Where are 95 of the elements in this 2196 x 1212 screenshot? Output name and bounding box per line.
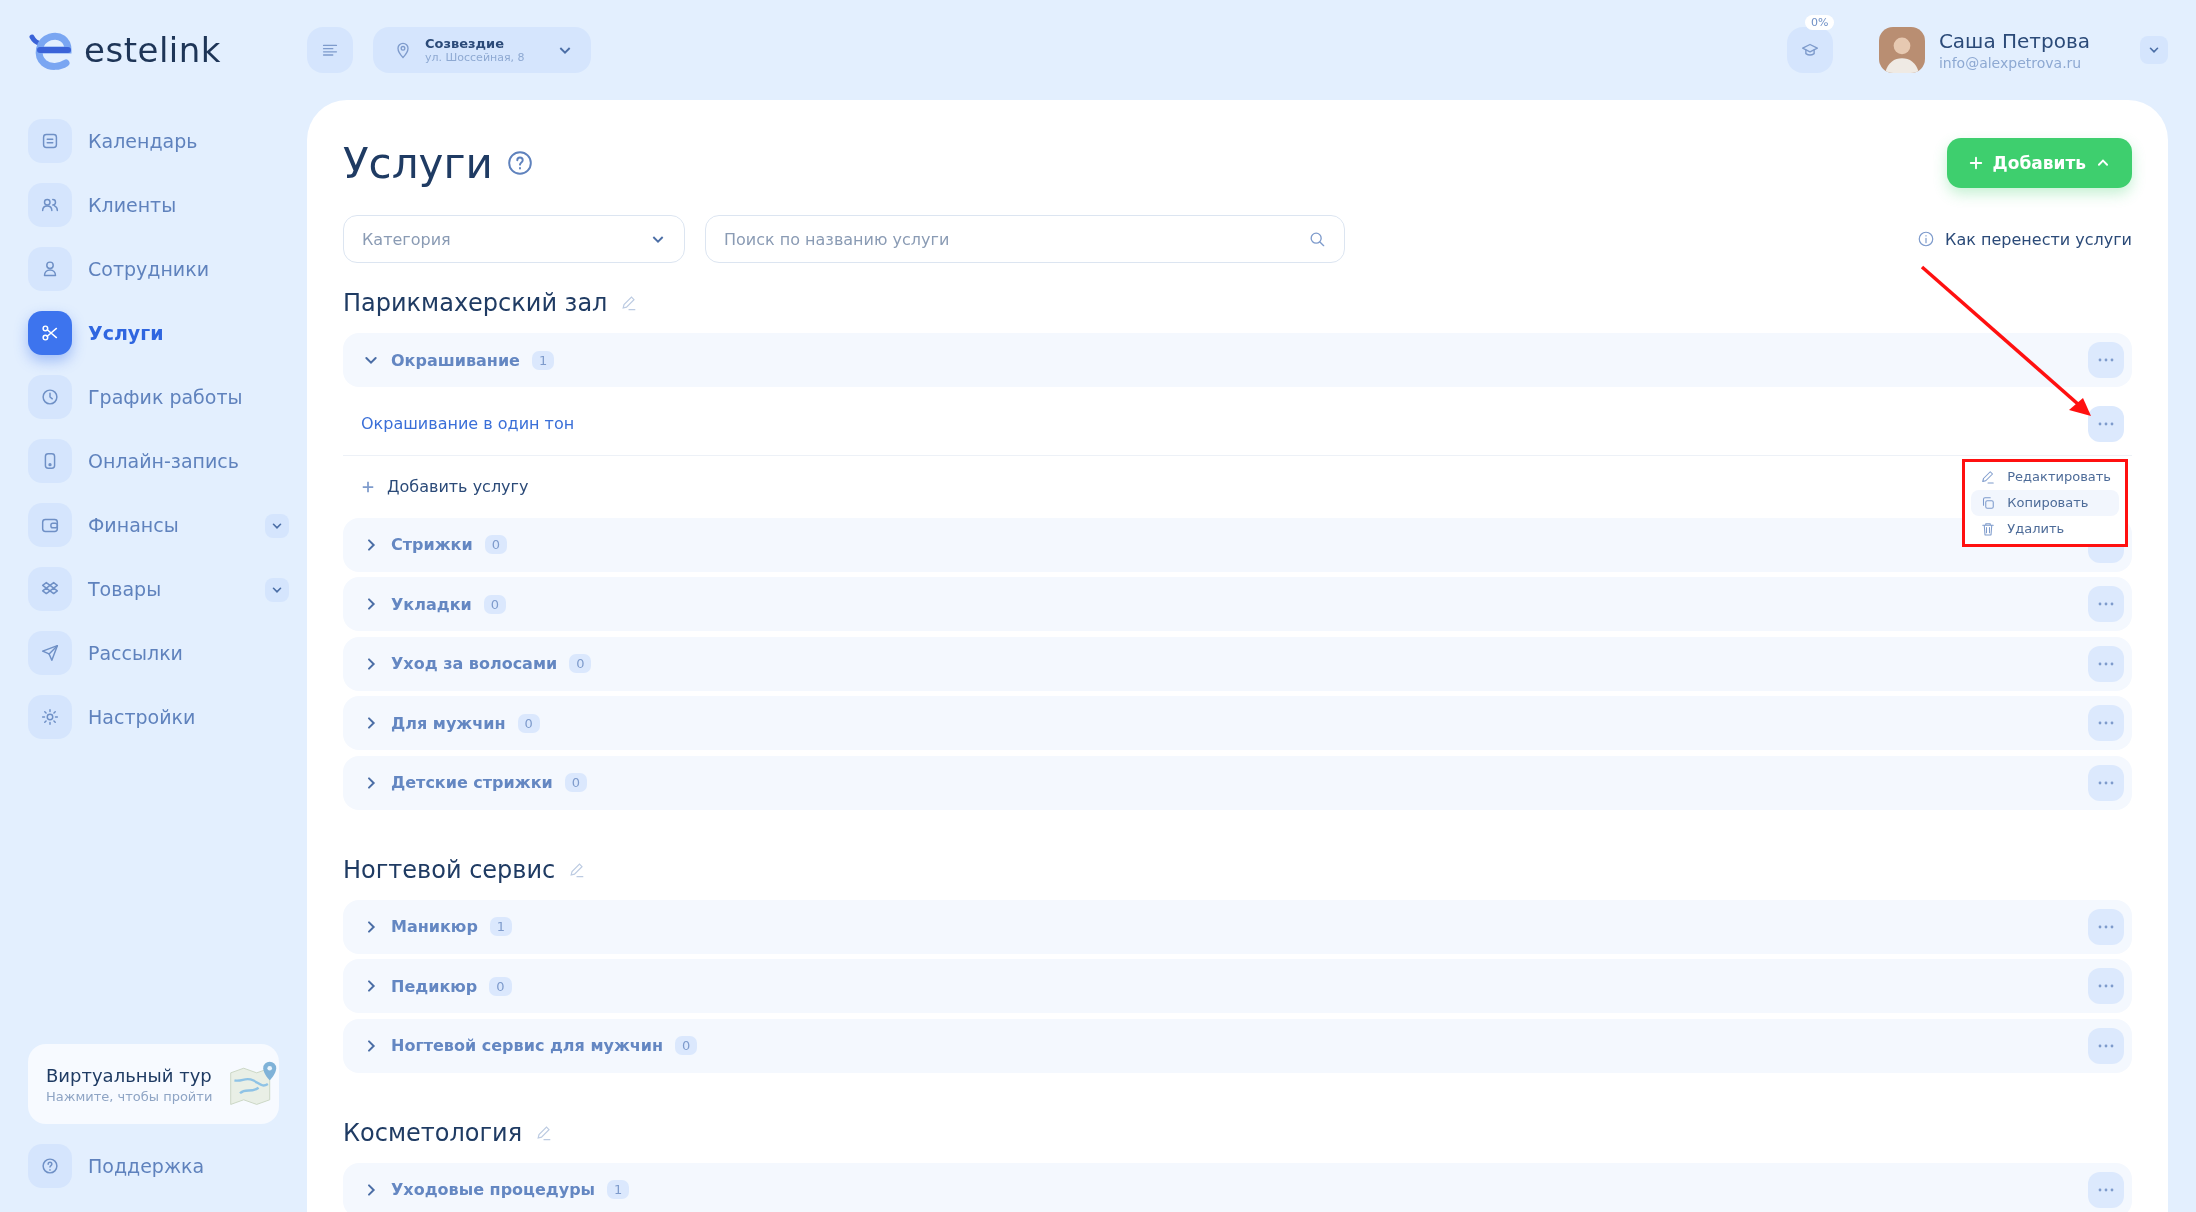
help-link[interactable]: Как перенести услуги <box>1917 229 2132 249</box>
more-icon <box>2098 1187 2114 1192</box>
category-row[interactable]: Уходовые процедуры 1 <box>343 1162 2132 1212</box>
category-row[interactable]: Ногтевой сервис для мужчин 0 <box>343 1018 2132 1073</box>
section-title: Парикмахерский зал <box>343 289 608 317</box>
category-name: Маникюр <box>391 917 478 936</box>
more-icon <box>2098 1043 2114 1048</box>
category-name: Педикюр <box>391 976 478 996</box>
section-title: Косметология <box>343 1118 523 1147</box>
category-name: Ногтевой сервис для мужчин <box>391 1036 664 1055</box>
category-name: Стрижки <box>391 535 473 554</box>
plus-icon <box>1968 156 1983 170</box>
sidebar-item[interactable]: График работы <box>28 375 243 419</box>
tour-subtitle: Нажмите, чтобы пройти <box>46 1088 213 1104</box>
more-button[interactable] <box>2088 342 2124 378</box>
sidebar-item[interactable]: Товары <box>28 567 162 611</box>
avatar <box>1878 27 1925 73</box>
more-button[interactable] <box>2088 405 2124 442</box>
more-icon <box>2098 924 2114 929</box>
sidebar-item[interactable]: Онлайн-запись <box>28 439 239 483</box>
more-icon <box>2098 780 2114 785</box>
more-button[interactable] <box>2088 764 2124 801</box>
progress-badge: 0% <box>1804 15 1835 30</box>
menu-item[interactable]: Редактировать <box>1971 463 2119 490</box>
more-icon <box>2098 602 2114 606</box>
tour-title: Виртуальный тур <box>46 1064 213 1086</box>
expand-button[interactable] <box>265 578 289 602</box>
category-name: Окрашивание <box>391 350 520 370</box>
more-button[interactable] <box>2088 705 2124 741</box>
menu-item[interactable]: Копировать <box>1971 489 2119 516</box>
count-badge: 1 <box>531 350 555 370</box>
more-icon <box>2098 984 2114 988</box>
sidebar-item[interactable]: Поддержка <box>28 1144 279 1188</box>
more-icon <box>2098 421 2114 426</box>
sidebar-item[interactable]: Сотрудники <box>28 247 209 291</box>
location-name: Созвездие <box>425 36 505 51</box>
more-icon <box>2098 358 2114 362</box>
category-row[interactable]: Детские стрижки 0 <box>343 755 2132 810</box>
add-service-button[interactable]: Добавить услугу <box>343 455 529 518</box>
service-link[interactable]: Окрашивание в один тон <box>361 414 575 433</box>
more-button[interactable] <box>2088 586 2124 622</box>
sidebar-item[interactable]: Услуги <box>28 311 164 355</box>
count-badge: 0 <box>675 1036 698 1055</box>
section-title: Ногтевой сервис <box>343 855 556 884</box>
more-button[interactable] <box>2088 645 2124 682</box>
settings-icon <box>39 706 61 728</box>
user-email: info@alexpetrova.ru <box>1938 55 2083 71</box>
category-row[interactable]: Уход за волосами 0 <box>343 636 2132 691</box>
category-name: Детские стрижки <box>391 773 553 792</box>
more-button[interactable] <box>2088 1171 2124 1208</box>
count-badge: 0 <box>564 773 588 792</box>
paper-plane-icon <box>39 642 61 664</box>
category-name: Укладки <box>391 594 472 614</box>
info-icon <box>1917 230 1936 248</box>
count-badge: 0 <box>517 713 540 733</box>
category-row[interactable]: Педикюр 0 <box>343 959 2132 1013</box>
menu-item[interactable]: Удалить <box>1971 515 2119 542</box>
sidebar-item[interactable]: Финансы <box>28 503 179 547</box>
more-icon <box>2098 661 2114 666</box>
sidebar-item[interactable]: Настройки <box>28 695 196 739</box>
sidebar-item[interactable]: Клиенты <box>28 183 177 227</box>
learning-button[interactable] <box>1786 27 1833 73</box>
search-field[interactable]: Поиск по названию услуги <box>705 215 1345 263</box>
page-title: Услуги <box>343 138 493 188</box>
sidebar-item[interactable]: Календарь <box>28 119 198 163</box>
category-row[interactable]: Маникюр 1 <box>343 899 2132 954</box>
help-icon[interactable] <box>506 150 533 176</box>
expand-button[interactable] <box>265 514 289 538</box>
account-menu-button[interactable] <box>2140 36 2168 64</box>
count-badge: 0 <box>483 594 506 614</box>
location-address: ул. Шоссейная, 8 <box>425 51 525 64</box>
count-badge: 0 <box>484 535 507 554</box>
count-badge: 1 <box>489 917 513 936</box>
more-button[interactable] <box>2088 968 2124 1004</box>
category-row[interactable]: Окрашивание 1 <box>343 333 2132 387</box>
category-row[interactable]: Для мужчин 0 <box>343 696 2132 750</box>
category-name: Уходовые процедуры <box>391 1180 596 1199</box>
category-row[interactable]: Укладки 0 <box>343 577 2132 631</box>
category-name: Уход за волосами <box>391 654 558 673</box>
more-icon <box>2098 721 2114 725</box>
count-badge: 0 <box>489 976 512 996</box>
add-button[interactable]: Добавить <box>1946 138 2132 188</box>
more-button[interactable] <box>2088 1027 2124 1064</box>
count-badge: 0 <box>569 654 592 673</box>
category-name: Для мужчин <box>391 713 506 733</box>
logo-text: estelink <box>84 30 221 70</box>
count-badge: 1 <box>607 1180 630 1199</box>
location-selector[interactable]: Созвездие ул. Шоссейная, 8 <box>373 27 591 73</box>
category-select[interactable]: Категория <box>343 215 685 263</box>
more-button[interactable] <box>2088 908 2124 945</box>
menu-button[interactable] <box>307 27 353 73</box>
tour-card[interactable]: Виртуальный тур Нажмите, чтобы пройти <box>28 1044 279 1124</box>
user-name: Саша Петрова <box>1938 29 2090 53</box>
sidebar-item[interactable]: Рассылки <box>28 631 183 675</box>
plus-icon <box>361 479 375 494</box>
